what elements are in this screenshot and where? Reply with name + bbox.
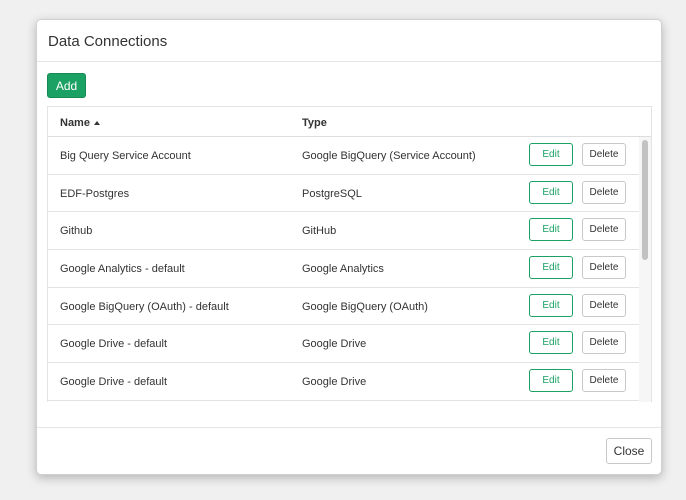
connection-type: Google BigQuery (OAuth): [302, 300, 428, 313]
table-row: Github GitHub Edit Delete: [48, 212, 651, 251]
sort-ascending-icon: [93, 121, 100, 125]
table-row: Google BigQuery (OAuth) - default Google …: [48, 288, 651, 326]
connection-name: Google Analytics - default: [60, 263, 185, 276]
delete-button[interactable]: Delete: [582, 180, 626, 204]
column-header-name[interactable]: Name: [60, 117, 100, 129]
close-button[interactable]: Close: [606, 438, 652, 464]
connection-type: Google Analytics: [302, 263, 384, 276]
delete-button[interactable]: Delete: [582, 293, 626, 317]
connections-table: Name Type Big Query Service Account Googl…: [47, 106, 652, 402]
dialog-header: Data Connections: [37, 20, 661, 62]
connection-type: PostgreSQL: [302, 187, 362, 200]
table-header: Name Type: [48, 107, 651, 137]
connection-name: EDF-Postgres: [60, 187, 130, 200]
connection-name: Google Drive - default: [60, 338, 167, 351]
connection-type: Google Drive: [302, 376, 367, 389]
connection-name: Google Drive - default: [60, 376, 167, 389]
scrollbar-thumb[interactable]: [642, 140, 648, 260]
connection-type: GitHub: [302, 225, 337, 238]
edit-button[interactable]: Edit: [529, 143, 573, 166]
table-row: Google Analytics - default Google Analyti…: [48, 250, 651, 288]
connection-name: Big Query Service Account: [60, 150, 191, 162]
edit-button[interactable]: Edit: [529, 218, 573, 242]
delete-button[interactable]: Delete: [582, 143, 626, 166]
scrollbar[interactable]: [639, 137, 651, 402]
connection-name: Google BigQuery (OAuth) - default: [60, 300, 229, 313]
connection-type: Google BigQuery (Service Account): [302, 150, 476, 162]
edit-button[interactable]: Edit: [529, 293, 573, 317]
delete-button[interactable]: Delete: [582, 218, 626, 242]
edit-button[interactable]: Edit: [529, 331, 573, 355]
edit-button[interactable]: Edit: [529, 256, 573, 280]
dialog-title: Data Connections: [48, 33, 168, 50]
table-row: Big Query Service Account Google BigQuery…: [48, 137, 651, 175]
delete-button[interactable]: Delete: [582, 256, 626, 280]
data-connections-dialog: Data Connections Add Name Type Big Query…: [36, 19, 662, 475]
dialog-footer: Close: [37, 427, 661, 475]
delete-button[interactable]: Delete: [582, 369, 626, 393]
table-row: Google Drive - default Google Drive Edit De…: [48, 325, 651, 364]
edit-button[interactable]: Edit: [529, 180, 573, 204]
table-row: EDF-Postgres PostgreSQL Edit Delete: [48, 175, 651, 213]
edit-button[interactable]: Edit: [529, 369, 573, 393]
add-connection-button[interactable]: Add: [47, 73, 86, 98]
connection-name: Github: [60, 225, 93, 238]
column-header-type[interactable]: Type: [302, 117, 327, 129]
table-body: Big Query Service Account Google BigQuery…: [48, 137, 651, 401]
delete-button[interactable]: Delete: [582, 331, 626, 355]
connection-type: Google Drive: [302, 338, 367, 351]
table-row: Google Drive - default Google Drive Edit De…: [48, 363, 651, 401]
